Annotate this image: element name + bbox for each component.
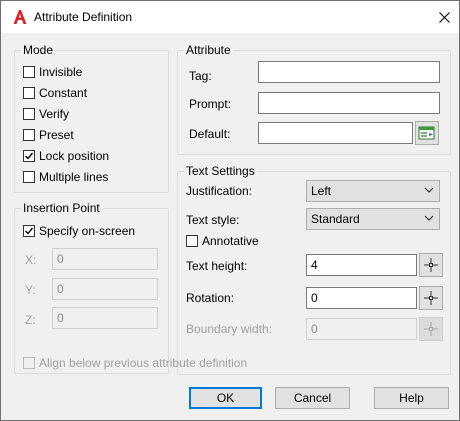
- specify-on-screen-checkbox[interactable]: Specify on-screen: [23, 223, 135, 239]
- checkbox-box[interactable]: [23, 108, 35, 120]
- dialog-body: Mode Invisible Constant Verify Preset Lo…: [1, 33, 459, 420]
- y-input[interactable]: 0: [52, 278, 158, 300]
- verify-checkbox[interactable]: Verify: [23, 106, 69, 122]
- checkbox-box[interactable]: [23, 129, 35, 141]
- text-height-label: Text height:: [186, 259, 248, 273]
- text-style-label: Text style:: [186, 213, 240, 227]
- attribute-group-title: Attribute: [184, 43, 233, 57]
- boundary-width-pick-button[interactable]: [419, 317, 443, 341]
- x-label: X:: [25, 253, 37, 267]
- invisible-checkbox[interactable]: Invisible: [23, 64, 82, 80]
- annotative-checkbox[interactable]: Annotative: [186, 233, 259, 249]
- align-below-label: Align below previous attribute definitio…: [39, 356, 248, 370]
- annotative-label: Annotative: [202, 234, 259, 248]
- chevron-down-icon: [424, 187, 434, 193]
- text-style-value: Standard: [311, 212, 360, 226]
- text-style-select[interactable]: Standard: [306, 208, 440, 230]
- insertion-point-group-title: Insertion Point: [21, 201, 102, 215]
- text-height-pick-button[interactable]: [419, 253, 443, 277]
- rotation-input[interactable]: 0: [306, 287, 417, 309]
- specify-on-screen-label: Specify on-screen: [39, 224, 136, 238]
- lock-position-checkbox[interactable]: Lock position: [23, 148, 109, 164]
- z-input[interactable]: 0: [52, 307, 158, 329]
- boundary-width-label: Boundary width:: [186, 322, 273, 336]
- crosshair-icon: [424, 322, 438, 336]
- insert-field-icon: [418, 126, 435, 140]
- constant-label: Constant: [39, 86, 88, 100]
- crosshair-icon: [424, 258, 438, 272]
- x-input[interactable]: 0: [52, 248, 158, 270]
- invisible-label: Invisible: [39, 65, 83, 79]
- mode-group-title: Mode: [21, 43, 56, 57]
- default-label: Default:: [189, 127, 231, 141]
- cancel-button[interactable]: Cancel: [275, 387, 350, 409]
- chevron-down-icon: [424, 215, 434, 221]
- default-input[interactable]: [258, 122, 413, 144]
- tag-label: Tag:: [189, 69, 212, 83]
- text-height-input[interactable]: 4: [306, 254, 417, 276]
- align-below-checkbox[interactable]: Align below previous attribute definitio…: [23, 355, 247, 371]
- multiple-lines-label: Multiple lines: [39, 170, 109, 184]
- checkbox-box[interactable]: [23, 225, 35, 237]
- z-label: Z:: [25, 313, 36, 327]
- help-button[interactable]: Help: [374, 387, 449, 409]
- checkbox-box[interactable]: [23, 357, 35, 369]
- y-label: Y:: [25, 283, 36, 297]
- window-title: Attribute Definition: [34, 10, 133, 24]
- constant-checkbox[interactable]: Constant: [23, 85, 87, 101]
- multiple-lines-checkbox[interactable]: Multiple lines: [23, 169, 108, 185]
- justification-label: Justification:: [186, 184, 253, 198]
- rotation-label: Rotation:: [186, 291, 235, 305]
- boundary-width-input[interactable]: 0: [306, 318, 417, 340]
- checkbox-box[interactable]: [23, 171, 35, 183]
- crosshair-icon: [424, 291, 438, 305]
- prompt-label: Prompt:: [189, 97, 232, 111]
- attribute-definition-dialog: Attribute Definition Mode Invisible Cons…: [0, 0, 460, 421]
- verify-label: Verify: [39, 107, 70, 121]
- checkbox-box[interactable]: [23, 87, 35, 99]
- checkmark-icon: [25, 227, 34, 235]
- checkbox-box[interactable]: [23, 66, 35, 78]
- checkbox-box[interactable]: [23, 150, 35, 162]
- preset-checkbox[interactable]: Preset: [23, 127, 74, 143]
- close-icon: [438, 11, 450, 23]
- justification-select[interactable]: Left: [306, 180, 440, 202]
- preset-label: Preset: [39, 128, 74, 142]
- autocad-app-icon: [13, 10, 27, 24]
- insert-field-button[interactable]: [415, 121, 439, 145]
- tag-input[interactable]: [258, 61, 440, 83]
- close-button[interactable]: [429, 1, 459, 33]
- ok-button[interactable]: OK: [189, 387, 262, 409]
- rotation-pick-button[interactable]: [419, 286, 443, 310]
- title-bar[interactable]: Attribute Definition: [1, 1, 459, 33]
- checkbox-box[interactable]: [186, 235, 198, 247]
- justification-value: Left: [311, 184, 332, 198]
- prompt-input[interactable]: [258, 92, 440, 114]
- text-settings-group-title: Text Settings: [184, 164, 257, 178]
- checkmark-icon: [25, 152, 34, 160]
- lock-position-label: Lock position: [39, 149, 110, 163]
